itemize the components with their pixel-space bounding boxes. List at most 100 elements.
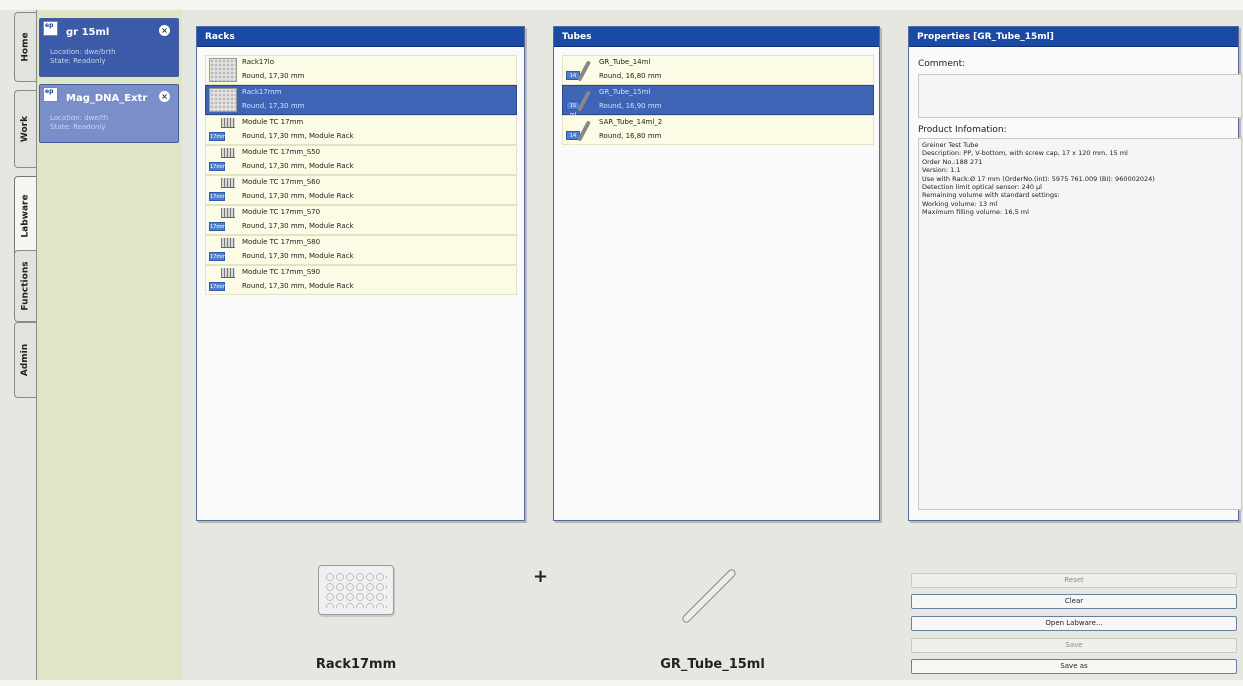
rack-description: Round, 17,30 mm (242, 72, 305, 80)
rack-description: Round, 17,30 mm, Module Rack (242, 162, 354, 170)
size-badge: 17mm (209, 222, 227, 231)
method-file-icon: ep (43, 87, 58, 102)
size-badge: 17mm (209, 132, 227, 141)
rack-name: Module TC 17mm_S70 (242, 208, 321, 216)
size-badge: 17mm (209, 192, 227, 201)
method-card-info: Location: dwe/brth State: Readonly (40, 46, 178, 70)
tab-admin[interactable]: Admin (14, 322, 36, 398)
rack-description: Round, 17,30 mm, Module Rack (242, 252, 354, 260)
product-info-line: Greiner Test Tube (922, 141, 979, 149)
rack-row[interactable]: 17mm Module TC 17mm_S80 Round, 17,30 mm,… (205, 235, 517, 265)
tab-work-label: Work (20, 115, 31, 143)
rack-row[interactable]: Rack17lo Round, 17,30 mm (205, 55, 517, 85)
plate-icon (209, 88, 237, 112)
plus-sign: + (533, 566, 549, 587)
rack-name: Module TC 17mm_S50 (242, 148, 321, 156)
rack-description: Round, 17,30 mm (242, 102, 305, 110)
tube-name: GR_Tube_15ml (599, 88, 651, 96)
open-labware-button[interactable]: Open Labware... (911, 616, 1237, 631)
sidebar: ep gr 15ml × Location: dwe/brth State: R… (36, 10, 182, 680)
window-bottom-border (0, 680, 1243, 686)
rack-description: Round, 17,30 mm, Module Rack (242, 132, 354, 140)
product-info-line: Description: PP, V-bottom, with screw ca… (922, 149, 1128, 158)
tube-row[interactable]: 14 ml SAR_Tube_14ml_2 Round, 16,80 mm (562, 115, 874, 148)
tab-functions[interactable]: Functions (14, 250, 36, 322)
selected-rack-name: Rack17mm (315, 657, 397, 672)
product-info-line: Working volume: 13 ml (922, 199, 998, 208)
product-info-line: Detection limit optical sensor: 240 µl (922, 183, 1042, 192)
tab-work[interactable]: Work (14, 90, 36, 168)
product-info-box: Greiner Test Tube Description: PP, V-bot… (918, 138, 1242, 510)
method-card-state: State: Readonly (50, 123, 106, 131)
comment-label: Comment: (918, 59, 966, 69)
rack-description: Round, 17,30 mm, Module Rack (242, 282, 354, 290)
product-info-line: Version: 1.1 (922, 166, 961, 175)
rack-name: Rack17mm (242, 88, 282, 96)
rack-description: Round, 17,30 mm, Module Rack (242, 192, 354, 200)
tubes-panel-title: Tubes (554, 27, 879, 47)
properties-panel-title: Properties [GR_Tube_15ml] (909, 27, 1238, 47)
module-rack-icon: 17mm (209, 178, 239, 204)
method-card-state: State: Readonly (50, 57, 106, 65)
rack-row[interactable]: 17mm Module TC 17mm Round, 17,30 mm, Mod… (205, 115, 517, 145)
properties-panel: Properties [GR_Tube_15ml] Comment: Produ… (908, 26, 1242, 521)
save-button[interactable]: Save (911, 638, 1237, 653)
rack-description: Round, 17,30 mm, Module Rack (242, 222, 354, 230)
racks-panel: Racks Rack17lo Round, 17,30 mm Rack17mm … (196, 26, 525, 521)
rack-row[interactable]: 17mm Module TC 17mm_S70 Round, 17,30 mm,… (205, 205, 517, 235)
method-card-name: Mag_DNA_Extr (66, 93, 148, 104)
rack-preview-icon (318, 565, 394, 615)
tab-home-label: Home (20, 32, 31, 62)
tube-row[interactable]: 14 ml GR_Tube_14ml Round, 16,80 mm (562, 55, 874, 88)
comment-field[interactable] (918, 74, 1242, 118)
product-info-line: Use with Rack:Ø 17 mm (OrderNo.(int): 59… (922, 174, 1155, 183)
module-rack-icon: 17mm (209, 208, 239, 234)
tube-icon: 14 ml (566, 59, 596, 88)
size-badge: 17mm (209, 282, 227, 291)
module-rack-icon: 17mm (209, 148, 239, 174)
racks-list: Rack17lo Round, 17,30 mm Rack17mm Round,… (205, 55, 517, 295)
method-card-header: ep Mag_DNA_Extr × (40, 85, 178, 112)
tube-description: Round, 16,80 mm (599, 132, 662, 140)
method-card-location: Location: dwe/th (50, 114, 109, 122)
clear-button[interactable]: Clear (911, 594, 1237, 609)
reset-button[interactable]: Reset (911, 573, 1237, 588)
product-info-line: Order No.:188 271 (922, 157, 983, 166)
tube-description: Round, 16,80 mm (599, 72, 662, 80)
tab-admin-label: Admin (20, 343, 31, 377)
method-card[interactable]: ep gr 15ml × Location: dwe/brth State: R… (39, 18, 179, 77)
selected-tube-name: GR_Tube_15ml (660, 657, 765, 672)
method-card[interactable]: ep Mag_DNA_Extr × Location: dwe/th State… (39, 84, 179, 143)
rack-row-selected[interactable]: Rack17mm Round, 17,30 mm (205, 85, 517, 115)
module-rack-icon: 17mm (209, 238, 239, 264)
product-info-line: Maximum filling volume: 16,5 ml (922, 208, 1029, 217)
tab-labware[interactable]: Labware (14, 176, 36, 256)
method-card-location: Location: dwe/brth (50, 48, 116, 56)
rack-name: Module TC 17mm_S80 (242, 238, 321, 246)
size-badge: 17mm (209, 252, 227, 261)
tab-labware-label: Labware (20, 194, 31, 238)
racks-panel-title: Racks (197, 27, 524, 47)
tubes-panel: Tubes 14 ml GR_Tube_14ml Round, 16,80 mm… (553, 26, 880, 521)
tube-icon: 15 ml (566, 89, 596, 118)
close-icon[interactable]: × (159, 25, 170, 36)
rack-row[interactable]: 17mm Module TC 17mm_S50 Round, 17,30 mm,… (205, 145, 517, 175)
rack-row[interactable]: 17mm Module TC 17mm_S60 Round, 17,30 mm,… (205, 175, 517, 205)
tab-home[interactable]: Home (14, 12, 36, 82)
rack-row[interactable]: 17mm Module TC 17mm_S90 Round, 17,30 mm,… (205, 265, 517, 295)
product-info-label: Product Infomation: (918, 125, 1007, 135)
rack-name: Module TC 17mm (242, 118, 304, 126)
tube-row-selected[interactable]: 15 ml GR_Tube_15ml Round, 16,90 mm (562, 85, 874, 118)
plate-icon (209, 58, 237, 82)
rack-name: Module TC 17mm_S60 (242, 178, 321, 186)
method-file-icon: ep (43, 21, 58, 36)
method-card-info: Location: dwe/th State: Readonly (40, 112, 178, 136)
close-icon[interactable]: × (159, 91, 170, 102)
tube-name: SAR_Tube_14ml_2 (599, 118, 663, 126)
module-rack-icon: 17mm (209, 118, 239, 144)
vertical-tab-bar: Home Work Labware Functions Admin (10, 10, 36, 680)
tab-functions-label: Functions (20, 261, 31, 311)
save-as-button[interactable]: Save as (911, 659, 1237, 674)
rack-name: Module TC 17mm_S90 (242, 268, 321, 276)
tube-preview-icon (680, 567, 738, 625)
